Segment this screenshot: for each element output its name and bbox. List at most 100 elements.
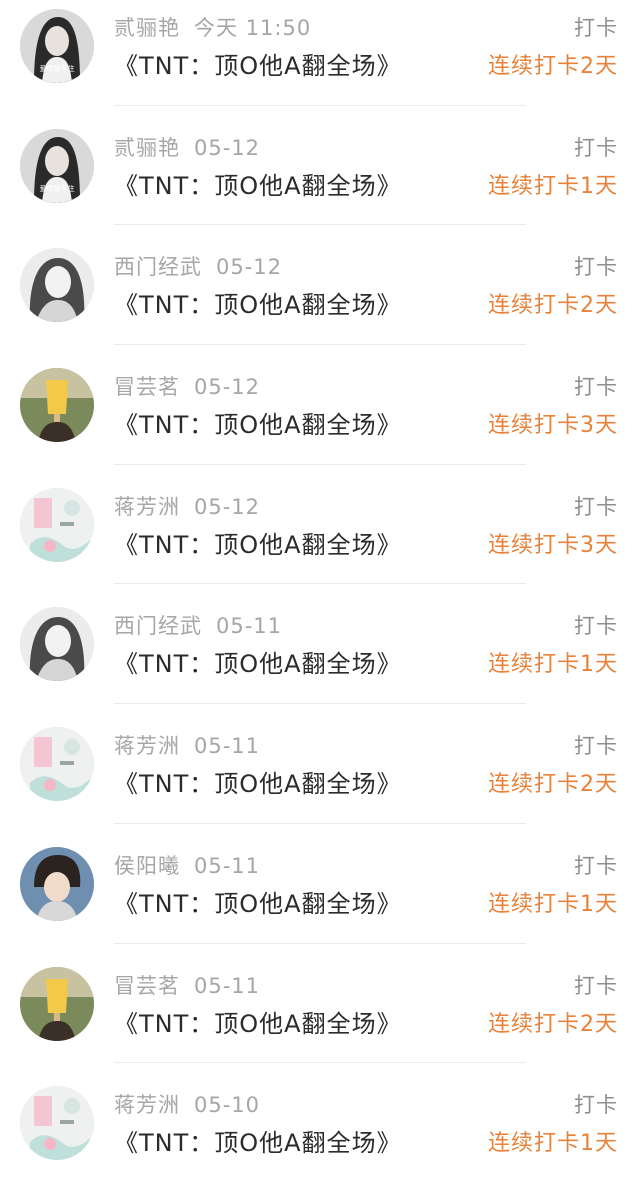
meta-line: 冒芸茗 05-12 <box>114 371 260 401</box>
meta-line: 贰骊艳 今天 11:50 <box>114 12 311 42</box>
divider <box>114 463 526 465</box>
timestamp: 05-12 <box>194 494 261 519</box>
list-item[interactable]: 蒋芳洲 05-11 《TNT：顶O他A翻全场》 打卡 连续打卡2天 <box>0 718 640 838</box>
username[interactable]: 侯阳曦 <box>114 854 180 878</box>
streak-label: 连续打卡3天 <box>488 532 618 558</box>
meta-line: 贰骊艳 05-12 <box>114 132 260 162</box>
portrait-grayscale-woman-icon <box>20 607 94 682</box>
avatar[interactable]: 爱情靠不住 <box>20 128 94 203</box>
portrait-grayscale-woman-icon <box>20 248 94 323</box>
book-title[interactable]: 《TNT：顶O他A翻全场》 <box>114 46 402 81</box>
divider <box>114 703 526 705</box>
meta-line: 西门经武 05-12 <box>114 251 282 281</box>
timestamp: 05-11 <box>194 973 261 998</box>
portrait-dark-hair-icon: 爱情靠不住 <box>20 128 94 203</box>
list-item[interactable]: 西门经武 05-12 《TNT：顶O他A翻全场》 打卡 连续打卡2天 <box>0 239 640 359</box>
list-item[interactable]: 冒芸茗 05-11 《TNT：顶O他A翻全场》 打卡 连续打卡2天 <box>0 958 640 1078</box>
action-label: 打卡 <box>574 973 618 998</box>
avatar[interactable]: 爱情靠不住 <box>20 9 94 83</box>
avatar[interactable] <box>20 846 94 921</box>
timestamp: 05-12 <box>194 135 261 160</box>
streak-label: 连续打卡1天 <box>488 1131 618 1157</box>
checkin-list: 爱情靠不住 贰骊艳 今天 11:50 《TNT：顶O他A翻全场》 打卡 连续打卡2… <box>0 0 640 1172</box>
book-title[interactable]: 《TNT：顶O他A翻全场》 <box>114 1004 402 1039</box>
pastel-illustration-icon <box>20 1086 94 1161</box>
meta-line: 蒋芳洲 05-12 <box>114 491 260 521</box>
action-label: 打卡 <box>574 614 618 639</box>
divider <box>114 224 526 226</box>
username[interactable]: 西门经武 <box>114 255 202 279</box>
book-title[interactable]: 《TNT：顶O他A翻全场》 <box>114 166 402 201</box>
action-label: 打卡 <box>574 135 618 160</box>
username[interactable]: 西门经武 <box>114 614 202 638</box>
username[interactable]: 蒋芳洲 <box>114 495 180 519</box>
pastel-illustration-icon <box>20 727 94 802</box>
username[interactable]: 蒋芳洲 <box>114 734 180 758</box>
timestamp: 05-11 <box>194 734 261 759</box>
timestamp: 05-12 <box>216 255 283 280</box>
timestamp: 05-12 <box>194 375 261 400</box>
popsicle-photo-icon <box>20 966 94 1041</box>
action-label: 打卡 <box>574 494 618 519</box>
popsicle-photo-icon <box>20 368 94 443</box>
list-item[interactable]: 蒋芳洲 05-12 《TNT：顶O他A翻全场》 打卡 连续打卡3天 <box>0 479 640 599</box>
avatar[interactable] <box>20 727 94 802</box>
streak-label: 连续打卡1天 <box>488 173 618 199</box>
avatar[interactable] <box>20 1086 94 1161</box>
meta-line: 西门经武 05-11 <box>114 610 282 640</box>
divider <box>114 942 526 944</box>
action-label: 打卡 <box>574 734 618 759</box>
action-label: 打卡 <box>574 375 618 400</box>
meta-line: 蒋芳洲 05-10 <box>114 1089 260 1119</box>
divider <box>114 822 526 824</box>
timestamp: 05-10 <box>194 1093 261 1118</box>
list-item[interactable]: 爱情靠不住 贰骊艳 今天 11:50 《TNT：顶O他A翻全场》 打卡 连续打卡2… <box>0 0 640 120</box>
username[interactable]: 贰骊艳 <box>114 16 180 40</box>
divider <box>114 344 526 346</box>
username[interactable]: 冒芸茗 <box>114 375 180 399</box>
book-title[interactable]: 《TNT：顶O他A翻全场》 <box>114 405 402 440</box>
book-title[interactable]: 《TNT：顶O他A翻全场》 <box>114 1123 402 1158</box>
book-title[interactable]: 《TNT：顶O他A翻全场》 <box>114 764 402 799</box>
meta-line: 冒芸茗 05-11 <box>114 970 260 1000</box>
username[interactable]: 冒芸茗 <box>114 974 180 998</box>
portrait-young-man-icon <box>20 846 94 921</box>
avatar[interactable] <box>20 368 94 443</box>
action-label: 打卡 <box>574 1093 618 1118</box>
divider <box>114 583 526 585</box>
list-item[interactable]: 蒋芳洲 05-10 《TNT：顶O他A翻全场》 打卡 连续打卡1天 <box>0 1077 640 1197</box>
avatar[interactable] <box>20 487 94 562</box>
action-label: 打卡 <box>574 853 618 878</box>
username[interactable]: 贰骊艳 <box>114 136 180 160</box>
meta-line: 蒋芳洲 05-11 <box>114 730 260 760</box>
streak-label: 连续打卡3天 <box>488 413 618 439</box>
list-item[interactable]: 冒芸茗 05-12 《TNT：顶O他A翻全场》 打卡 连续打卡3天 <box>0 359 640 479</box>
streak-label: 连续打卡1天 <box>488 652 618 678</box>
list-item[interactable]: 西门经武 05-11 《TNT：顶O他A翻全场》 打卡 连续打卡1天 <box>0 598 640 718</box>
streak-label: 连续打卡2天 <box>488 772 618 798</box>
streak-label: 连续打卡2天 <box>488 293 618 319</box>
book-title[interactable]: 《TNT：顶O他A翻全场》 <box>114 285 402 320</box>
pastel-illustration-icon <box>20 487 94 562</box>
streak-label: 连续打卡2天 <box>488 1011 618 1037</box>
timestamp: 05-11 <box>194 853 261 878</box>
streak-label: 连续打卡2天 <box>488 54 618 79</box>
avatar[interactable] <box>20 607 94 682</box>
username[interactable]: 蒋芳洲 <box>114 1093 180 1117</box>
list-item[interactable]: 爱情靠不住 贰骊艳 05-12 《TNT：顶O他A翻全场》 打卡 连续打卡1天 <box>0 120 640 240</box>
book-title[interactable]: 《TNT：顶O他A翻全场》 <box>114 644 402 679</box>
action-label: 打卡 <box>574 255 618 280</box>
timestamp: 今天 11:50 <box>194 16 312 40</box>
list-item[interactable]: 侯阳曦 05-11 《TNT：顶O他A翻全场》 打卡 连续打卡1天 <box>0 838 640 958</box>
timestamp: 05-11 <box>216 614 283 639</box>
book-title[interactable]: 《TNT：顶O他A翻全场》 <box>114 884 402 919</box>
svg-text:爱情靠不住: 爱情靠不住 <box>40 64 75 73</box>
divider <box>114 1062 526 1064</box>
avatar[interactable] <box>20 966 94 1041</box>
book-title[interactable]: 《TNT：顶O他A翻全场》 <box>114 525 402 560</box>
svg-text:爱情靠不住: 爱情靠不住 <box>40 184 75 193</box>
avatar[interactable] <box>20 248 94 323</box>
action-label: 打卡 <box>574 16 618 40</box>
divider <box>114 104 526 106</box>
meta-line: 侯阳曦 05-11 <box>114 850 260 880</box>
